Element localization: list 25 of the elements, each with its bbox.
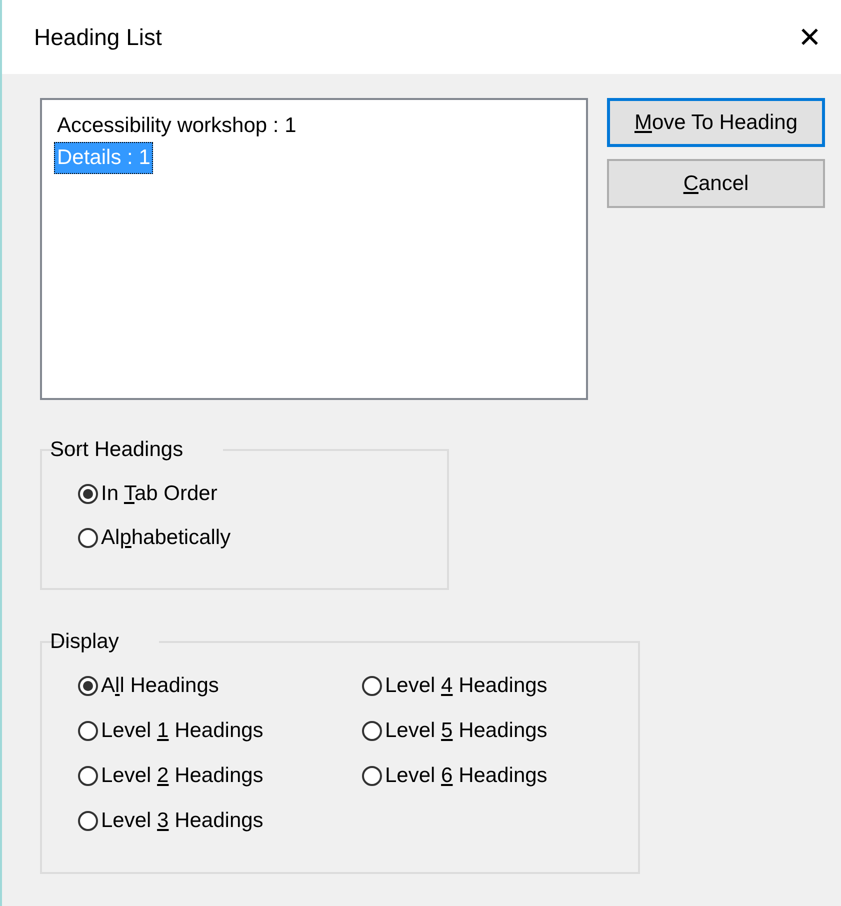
radio-button[interactable]: All Headings <box>78 672 362 700</box>
group-title: Sort Headings <box>49 438 184 462</box>
default-button[interactable]: Move To Heading <box>607 98 825 147</box>
radio-indicator[interactable] <box>78 484 98 504</box>
radio-indicator[interactable] <box>78 676 98 696</box>
radio-indicator[interactable] <box>78 528 98 548</box>
radio-indicator[interactable] <box>78 721 98 741</box>
radio-button[interactable]: Level 6 Headings <box>362 762 638 790</box>
radio-indicator[interactable] <box>362 676 382 696</box>
radio-button[interactable]: Level 2 Headings <box>78 762 362 790</box>
radio-indicator[interactable] <box>362 766 382 786</box>
close-button[interactable]: ✕ <box>788 16 831 58</box>
list-item[interactable]: Accessibility workshop : 1 <box>54 110 300 142</box>
radio-indicator[interactable] <box>78 766 98 786</box>
radio-button[interactable]: Level 4 Headings <box>362 672 638 700</box>
radio-button[interactable]: Alphabetically <box>78 524 447 552</box>
dialog-button[interactable]: Cancel <box>607 159 825 208</box>
radio-button[interactable]: Level 1 Headings <box>78 717 362 745</box>
radio-indicator[interactable] <box>78 811 98 831</box>
group-title: Display <box>49 630 120 654</box>
window-title: Heading List <box>34 24 162 50</box>
radio-button[interactable]: Level 5 Headings <box>362 717 638 745</box>
radio-button[interactable]: In Tab Order <box>78 480 447 508</box>
radio-indicator[interactable] <box>362 721 382 741</box>
radio-button[interactable]: Level 3 Headings <box>78 807 362 835</box>
